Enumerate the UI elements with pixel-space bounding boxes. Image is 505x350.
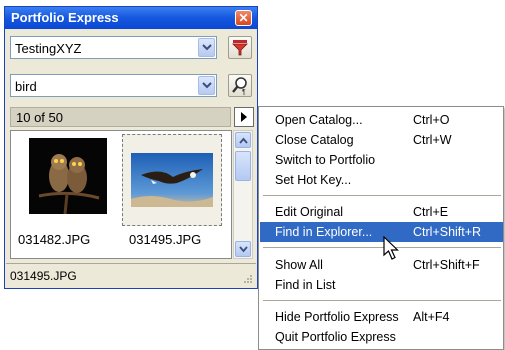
menu-arrow-button[interactable] — [234, 107, 254, 127]
menu-item-quit-portfolio-express[interactable]: Quit Portfolio Express — [260, 327, 503, 347]
filter-icon — [232, 40, 248, 56]
play-arrow-icon — [241, 112, 247, 122]
eagle-photo — [131, 153, 213, 207]
thumbnail-item[interactable] — [16, 134, 116, 226]
status-bar: 031495.JPG — [6, 263, 256, 287]
scroll-up-button[interactable] — [235, 132, 251, 148]
menu-separator — [263, 300, 501, 301]
search-button[interactable]: ¶ — [228, 74, 252, 97]
menu-item-hide-portfolio-express[interactable]: Hide Portfolio Express Alt+F4 — [260, 307, 503, 327]
result-count: 10 of 50 — [16, 110, 63, 125]
result-count-bar: 10 of 50 — [10, 107, 231, 127]
thumbnail-filename: 031495.JPG — [129, 232, 202, 247]
menu-item-label: Hide Portfolio Express — [275, 310, 399, 324]
menu-item-label: Close Catalog — [275, 133, 354, 147]
menu-item-close-catalog[interactable]: Close Catalog Ctrl+W — [260, 130, 503, 150]
menu-item-edit-original[interactable]: Edit Original Ctrl+E — [260, 202, 503, 222]
menu-item-shortcut: Ctrl+O — [413, 113, 450, 127]
menu-item-shortcut: Ctrl+W — [413, 133, 452, 147]
menu-item-label: Open Catalog... — [275, 113, 363, 127]
thumbnail-filename: 031482.JPG — [18, 232, 91, 247]
context-menu: Open Catalog... Ctrl+O Close Catalog Ctr… — [258, 106, 504, 350]
magnifier-icon: ¶ — [232, 77, 247, 96]
svg-text:¶: ¶ — [242, 89, 246, 96]
status-filename: 031495.JPG — [10, 269, 77, 283]
thumbnail-item-selected[interactable] — [122, 134, 222, 226]
scroll-thumb[interactable] — [235, 151, 251, 181]
menu-separator — [263, 195, 501, 196]
menu-item-open-catalog[interactable]: Open Catalog... Ctrl+O — [260, 110, 503, 130]
menu-item-switch-to-portfolio[interactable]: Switch to Portfolio — [260, 150, 503, 170]
thumbnail-grid: 031482.JPG 031495.JPG — [10, 130, 232, 259]
menu-item-label: Find in List — [275, 278, 336, 292]
chevron-down-icon — [239, 246, 248, 253]
filter-button[interactable] — [228, 36, 252, 59]
scroll-down-button[interactable] — [235, 241, 251, 257]
window-title: Portfolio Express — [11, 10, 119, 25]
menu-item-shortcut: Ctrl+Shift+R — [413, 225, 482, 239]
close-icon: ✕ — [238, 11, 249, 25]
menu-item-label: Switch to Portfolio — [275, 153, 376, 167]
catalog-select-value: TestingXYZ — [15, 41, 82, 56]
menu-item-show-all[interactable]: Show All Ctrl+Shift+F — [260, 255, 503, 275]
search-select-value: bird — [15, 79, 37, 94]
close-button[interactable]: ✕ — [235, 10, 252, 26]
mouse-pointer-icon — [383, 236, 399, 260]
title-bar[interactable]: Portfolio Express ✕ — [5, 7, 257, 29]
portfolio-express-window: Portfolio Express ✕ TestingXYZ bird ¶ 10… — [4, 6, 258, 289]
resize-grip-icon[interactable] — [241, 272, 253, 284]
menu-item-set-hot-key[interactable]: Set Hot Key... — [260, 170, 503, 190]
chevron-down-icon[interactable] — [198, 76, 215, 95]
vertical-scrollbar[interactable] — [233, 130, 253, 259]
catalog-select[interactable]: TestingXYZ — [10, 36, 217, 59]
menu-item-label: Find in Explorer... — [275, 225, 373, 239]
menu-item-shortcut: Alt+F4 — [413, 310, 450, 324]
menu-item-label: Quit Portfolio Express — [275, 330, 396, 344]
owl-photo — [29, 138, 107, 214]
menu-item-label: Show All — [275, 258, 323, 272]
chevron-down-icon[interactable] — [198, 38, 215, 57]
menu-item-label: Edit Original — [275, 205, 344, 219]
menu-item-find-in-explorer[interactable]: Find in Explorer... Ctrl+Shift+R — [260, 222, 503, 242]
menu-item-label: Set Hot Key... — [275, 173, 352, 187]
search-select[interactable]: bird — [10, 74, 217, 97]
chevron-up-icon — [239, 137, 248, 144]
menu-item-shortcut: Ctrl+Shift+F — [413, 258, 480, 272]
menu-separator — [263, 247, 501, 248]
menu-item-shortcut: Ctrl+E — [413, 205, 449, 219]
menu-item-find-in-list[interactable]: Find in List — [260, 275, 503, 295]
